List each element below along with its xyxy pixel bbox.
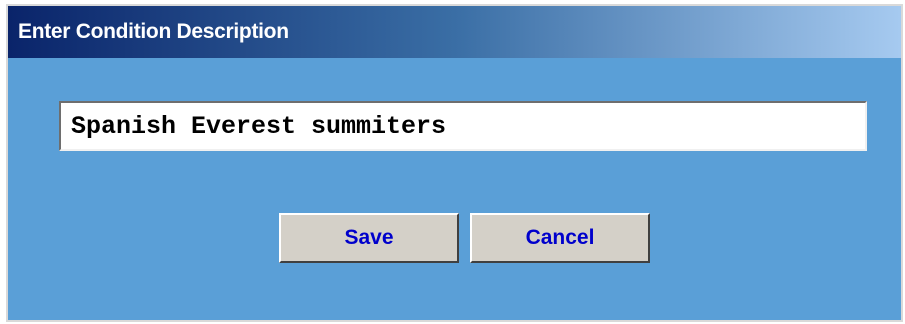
dialog-title-bar: Enter Condition Description	[8, 6, 901, 58]
condition-description-dialog: Enter Condition Description Save Cancel	[6, 4, 903, 322]
condition-description-input[interactable]	[59, 101, 867, 151]
cancel-button[interactable]: Cancel	[470, 213, 650, 263]
dialog-title: Enter Condition Description	[18, 20, 289, 43]
save-button[interactable]: Save	[279, 213, 459, 263]
